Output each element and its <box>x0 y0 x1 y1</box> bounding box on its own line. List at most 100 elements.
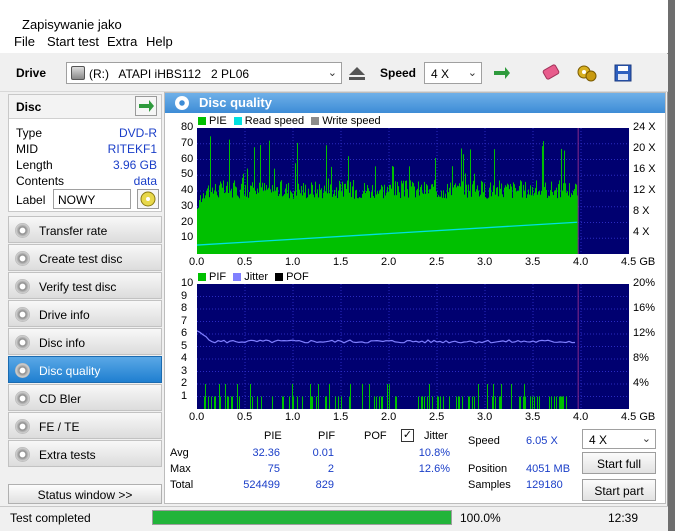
pif-bar <box>492 396 493 409</box>
test-speed-select[interactable]: 4 X ⌄ <box>582 429 656 449</box>
samples-label: Samples <box>468 479 511 491</box>
pie-bar <box>315 181 316 254</box>
pie-bar <box>372 185 373 254</box>
x-tick-label: 3.5 <box>525 411 541 423</box>
pie-bar <box>397 181 398 254</box>
pif-bar <box>318 384 319 409</box>
pie-bar <box>462 181 463 254</box>
pie-bar <box>277 187 278 254</box>
disc-label-field[interactable]: NOWY <box>53 189 131 209</box>
start-full-button[interactable]: Start full <box>582 452 656 474</box>
pie-bar <box>229 139 230 254</box>
pie-bar <box>238 196 239 254</box>
x-tick-label: 1.0 <box>285 256 301 268</box>
disc-quality-icon <box>175 96 189 110</box>
pif-bar <box>487 384 488 409</box>
disc-label-button[interactable] <box>137 189 159 209</box>
y-tick-label-left: 1 <box>181 389 188 402</box>
nav-extra-tests[interactable]: Extra tests <box>8 440 162 467</box>
menu-extra[interactable]: Extra <box>107 34 137 49</box>
pie-bar <box>334 189 335 254</box>
disc-icon <box>15 335 30 350</box>
pie-bar <box>381 184 382 254</box>
pie-bar <box>263 191 264 254</box>
pie-bar <box>400 198 401 254</box>
pif-bar <box>537 396 538 409</box>
pie-bar <box>268 187 269 254</box>
erase-button[interactable] <box>538 60 564 86</box>
nav-disc-info[interactable]: Disc info <box>8 328 162 355</box>
nav-verify-test-disc[interactable]: Verify test disc <box>8 272 162 299</box>
speed-select[interactable]: 4 X ⌄ <box>424 62 482 84</box>
nav-drive-info[interactable]: Drive info <box>8 300 162 327</box>
y-tick-label-left: 5 <box>181 339 188 352</box>
start-part-button[interactable]: Start part <box>582 479 656 501</box>
pie-bar <box>463 154 464 254</box>
y-tick-label-left: 40 <box>181 184 194 196</box>
eject-button[interactable] <box>344 60 370 86</box>
pie-bar <box>383 198 384 254</box>
pie-bar <box>528 189 529 254</box>
status-window-button[interactable]: Status window >> <box>8 484 162 504</box>
pie-bar <box>506 186 507 254</box>
pie-bar <box>321 188 322 254</box>
nav-transfer-rate[interactable]: Transfer rate <box>8 216 162 243</box>
pie-bar <box>430 189 431 254</box>
pie-bar <box>296 195 297 254</box>
drive-select[interactable]: (R:) ATAPI iHBS112 2 PL06 ⌄ <box>66 62 342 84</box>
pie-bar <box>536 180 537 254</box>
nav-fe-te[interactable]: FE / TE <box>8 412 162 439</box>
menu-start-test[interactable]: Start test <box>47 34 99 49</box>
pie-bar <box>389 184 390 254</box>
nav-disc-quality[interactable]: Disc quality <box>8 356 162 383</box>
pie-bar <box>494 149 495 254</box>
pie-bar <box>335 195 336 254</box>
disc-refresh-button[interactable] <box>135 96 157 116</box>
pie-bar <box>518 190 519 254</box>
pif-bar <box>440 396 441 409</box>
pie-bar <box>246 196 247 254</box>
pif-bar <box>316 396 317 409</box>
pie-bar <box>398 186 399 254</box>
pie-bar <box>451 195 452 254</box>
pie-bar <box>492 192 493 254</box>
pie-bar <box>515 188 516 254</box>
speed-stat-label: Speed <box>468 435 500 447</box>
title-bar: Zapisywanie jako <box>0 0 668 34</box>
progress-fill <box>153 511 451 524</box>
pie-bar <box>568 195 569 254</box>
avg-jitter: 10.8% <box>418 447 450 459</box>
refresh-arrows-icon <box>139 100 154 112</box>
refresh-speed-button[interactable] <box>488 60 514 86</box>
pie-bar <box>413 183 414 254</box>
pie-bar <box>544 186 545 254</box>
pie-bar <box>483 192 484 254</box>
pif-bar <box>208 396 209 409</box>
y-tick-label-right: 20 X <box>633 142 656 154</box>
nav-cd-bler[interactable]: CD Bler <box>8 384 162 411</box>
x-tick-label: 0.0 <box>189 256 205 268</box>
pie-bar <box>417 188 418 254</box>
pie-bar <box>514 184 515 254</box>
nav-label: Disc quality <box>39 364 101 378</box>
pif-bar <box>549 396 550 409</box>
pif-chart-plot <box>197 284 629 409</box>
nav-create-test-disc[interactable]: Create test disc <box>8 244 162 271</box>
pie-bar <box>488 197 489 254</box>
pif-bar <box>211 396 212 409</box>
menu-file[interactable]: File <box>14 34 35 49</box>
pif-bar <box>429 384 430 409</box>
pif-bar <box>519 396 520 409</box>
pie-bar <box>505 185 506 254</box>
menu-help[interactable]: Help <box>146 34 173 49</box>
pif-bar <box>559 396 560 409</box>
save-button[interactable] <box>610 60 636 86</box>
pie-bar <box>507 183 508 254</box>
options-button[interactable] <box>574 60 600 86</box>
pie-bar <box>286 184 287 254</box>
pie-bar <box>559 180 560 254</box>
jitter-checkbox[interactable]: ✓ <box>401 429 414 442</box>
y-tick-label-right: 4% <box>633 377 649 389</box>
x-tick-label: 4.0 <box>573 411 589 423</box>
speed-stat-value: 6.05 X <box>526 435 558 447</box>
